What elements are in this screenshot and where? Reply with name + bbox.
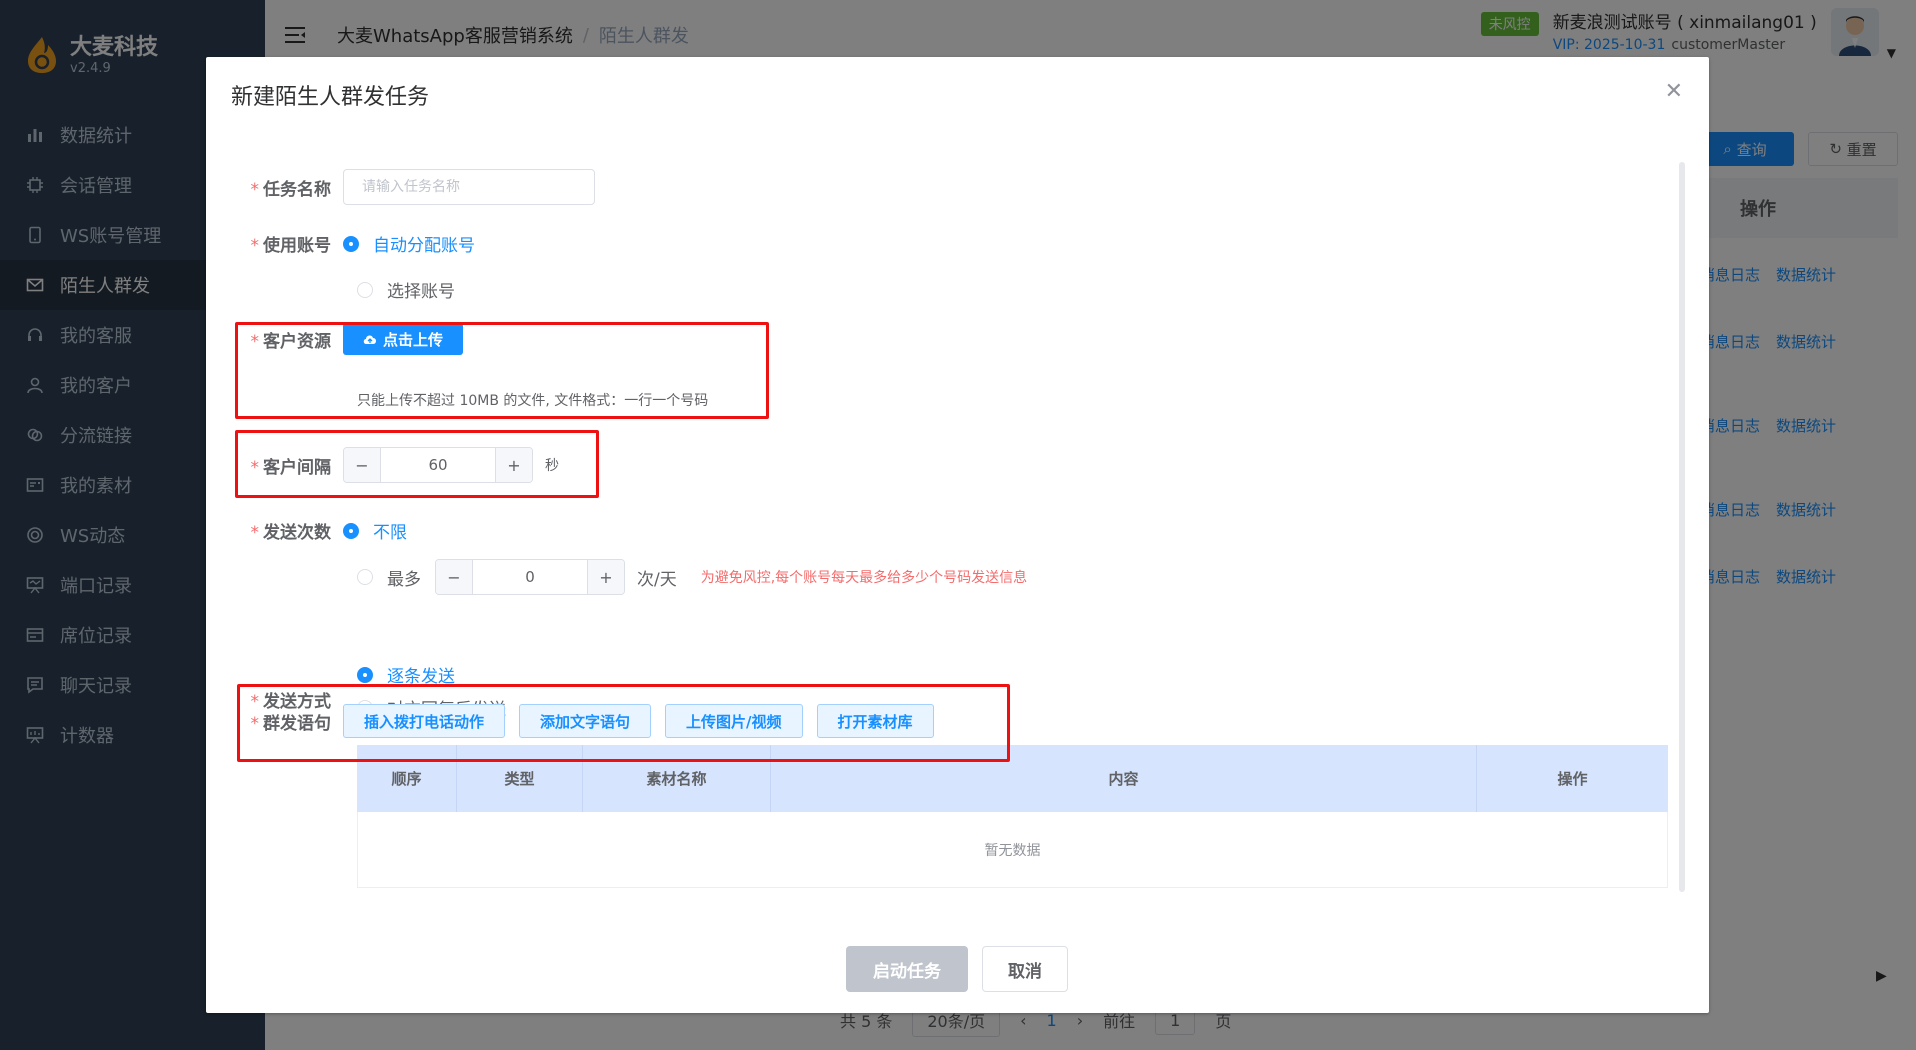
send-times-label: * 发送次数: [250, 523, 332, 543]
max-decrease-button[interactable]: −: [436, 560, 472, 594]
start-task-button[interactable]: 启动任务: [846, 946, 968, 992]
task-name-label: * 任务名称: [250, 179, 332, 200]
empty-state: 暂无数据: [357, 812, 1668, 888]
highlight-box-group-message: [237, 684, 1010, 762]
radio-unlimited[interactable]: 不限: [343, 518, 407, 543]
cancel-button[interactable]: 取消: [982, 946, 1068, 992]
radio-select-account[interactable]: 选择账号: [357, 277, 455, 302]
max-times-unit: 次/天: [637, 569, 677, 590]
radio-max[interactable]: 最多: [357, 565, 421, 590]
task-name-input[interactable]: [343, 169, 595, 205]
use-account-row: * 使用账号 自动分配账号: [206, 231, 475, 256]
use-account-label: * 使用账号: [250, 236, 332, 256]
send-times-row: * 发送次数 不限: [206, 518, 407, 543]
send-times-max-row: 最多 − 0 + 次/天 为避免风控,每个账号每天最多给多少个号码发送信息: [357, 559, 1027, 595]
use-account-row-2: 选择账号: [357, 277, 455, 302]
max-increase-button[interactable]: +: [588, 560, 624, 594]
highlight-box-interval: [235, 430, 599, 498]
dialog-title: 新建陌生人群发任务: [231, 85, 430, 110]
close-icon[interactable]: ✕: [1665, 79, 1683, 104]
max-times-stepper: − 0 +: [435, 559, 625, 595]
dialog-scrollbar[interactable]: [1679, 162, 1685, 892]
task-name-row: * 任务名称: [206, 169, 595, 205]
max-value-input[interactable]: 0: [472, 560, 588, 594]
highlight-box-customer-source: [235, 322, 769, 419]
col-ops: 操作: [1557, 770, 1588, 788]
risk-warning-text: 为避免风控,每个账号每天最多给多少个号码发送信息: [700, 570, 1028, 586]
new-task-dialog: 新建陌生人群发任务 ✕ *任务名称 *使用账号 自动分配账号 选择账号 *客户资…: [206, 57, 1709, 1013]
message-table: 顺序 类型 素材名称 内容 操作 暂无数据: [357, 745, 1668, 888]
radio-auto-assign[interactable]: 自动分配账号: [343, 231, 475, 256]
